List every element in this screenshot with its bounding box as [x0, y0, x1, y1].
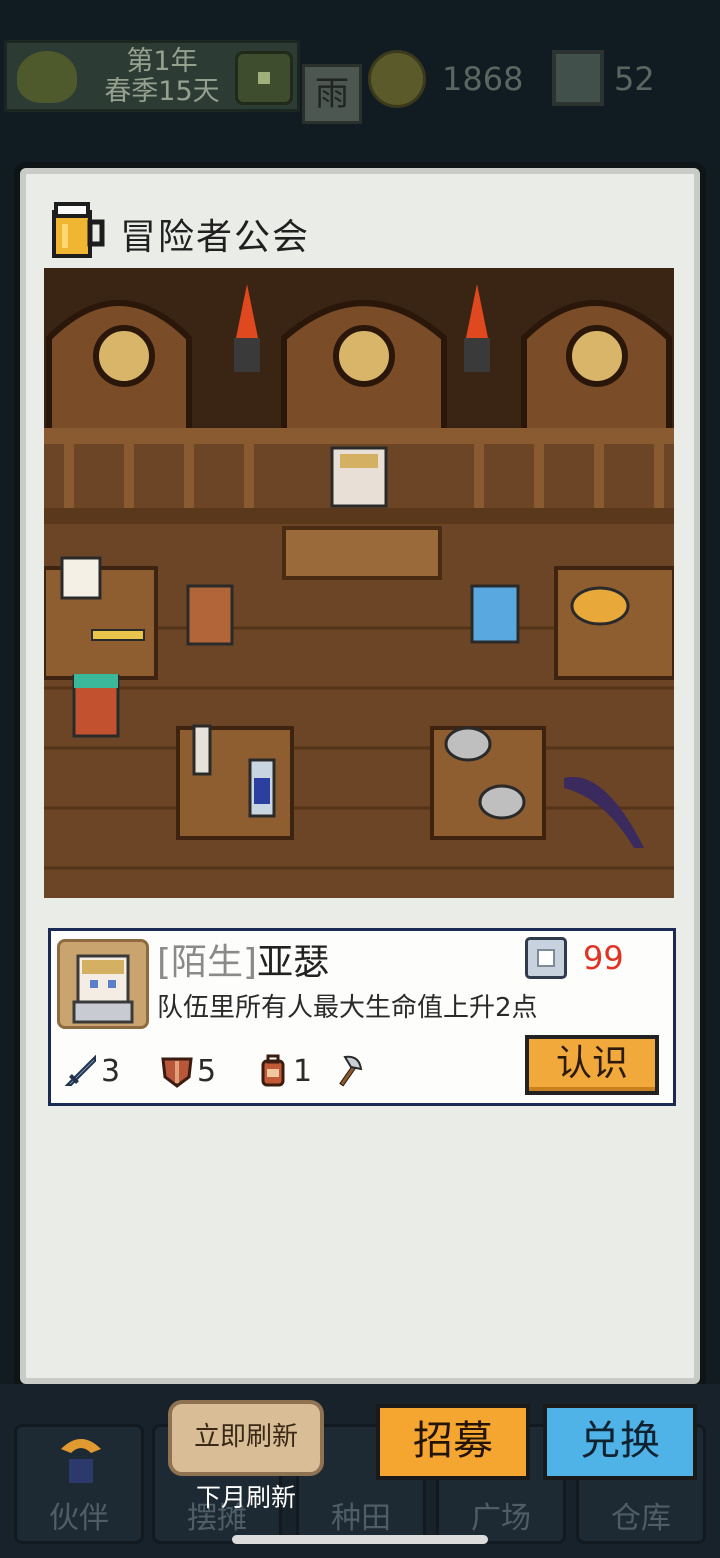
date-box: 第1年 春季15天: [4, 40, 300, 112]
stat-carry: 1: [255, 1049, 312, 1093]
gem-amount: 52: [614, 60, 655, 98]
backpack-icon: [261, 1054, 285, 1087]
weather-label: 雨: [302, 64, 362, 124]
panel-title: 冒险者公会: [120, 217, 311, 258]
beer-mug-icon: [52, 202, 105, 258]
candidate-name: 亚瑟: [257, 942, 330, 983]
tab-plaza-label: 广场: [471, 1501, 531, 1536]
recruit-button[interactable]: 招募: [376, 1404, 530, 1480]
sword-icon: [64, 1054, 96, 1086]
gold-coin-icon: [368, 50, 426, 108]
gem-icon: [552, 50, 604, 106]
adventurer-guild-panel: 冒险者公会 [陌生]亚瑟 99 队伍里所有人最大生命值上升2点 3 5 1 认识: [20, 168, 700, 1384]
tab-partners[interactable]: 伙伴: [14, 1424, 144, 1544]
panel-header: 冒险者公会: [44, 196, 644, 260]
stat-defense-value: 5: [197, 1053, 217, 1089]
candidate-portrait: [57, 939, 149, 1029]
top-hud: 第1年 春季15天 雨 1868 52: [0, 36, 720, 136]
stairs: [282, 526, 442, 580]
refresh-next-label: 下月刷新: [195, 1483, 296, 1512]
exchange-button[interactable]: 兑换: [543, 1404, 697, 1480]
clock-icon: [235, 51, 293, 105]
candidate-card: [陌生]亚瑟 99 队伍里所有人最大生命值上升2点 3 5 1 认识: [48, 928, 676, 1106]
candidate-stats: 3 5 1: [63, 1049, 523, 1093]
recruit-cost: 99: [583, 939, 624, 977]
wall-arches: [44, 268, 674, 441]
axe-icon: [339, 1055, 363, 1087]
stat-attack: 3: [63, 1049, 120, 1093]
partners-icon: [61, 1439, 101, 1483]
shield-icon: [161, 1057, 193, 1088]
tab-partners-label: 伙伴: [49, 1501, 109, 1536]
candidate-name-line: [陌生]亚瑟: [157, 933, 329, 985]
home-indicator[interactable]: [232, 1535, 488, 1544]
stat-attack-value: 3: [101, 1053, 121, 1089]
clover-icon: [17, 51, 77, 103]
stat-carry-value: 1: [293, 1053, 313, 1089]
gem-cost-icon: [525, 937, 567, 979]
meet-button[interactable]: 认识: [525, 1035, 659, 1095]
knight-portrait-icon: [60, 942, 146, 1026]
relation-tag: [陌生]: [157, 942, 258, 983]
tavern-scene: [44, 268, 674, 898]
year-label: 第1年: [126, 46, 198, 77]
stat-defense: 5: [159, 1049, 216, 1093]
stat-skill: [331, 1049, 369, 1093]
candidate-description: 队伍里所有人最大生命值上升2点: [157, 993, 538, 1023]
tab-warehouse-label: 仓库: [611, 1501, 671, 1536]
refresh-now-button[interactable]: 立即刷新: [168, 1400, 324, 1476]
gold-amount: 1868: [442, 60, 524, 98]
season-day-label: 春季15天: [104, 76, 220, 107]
